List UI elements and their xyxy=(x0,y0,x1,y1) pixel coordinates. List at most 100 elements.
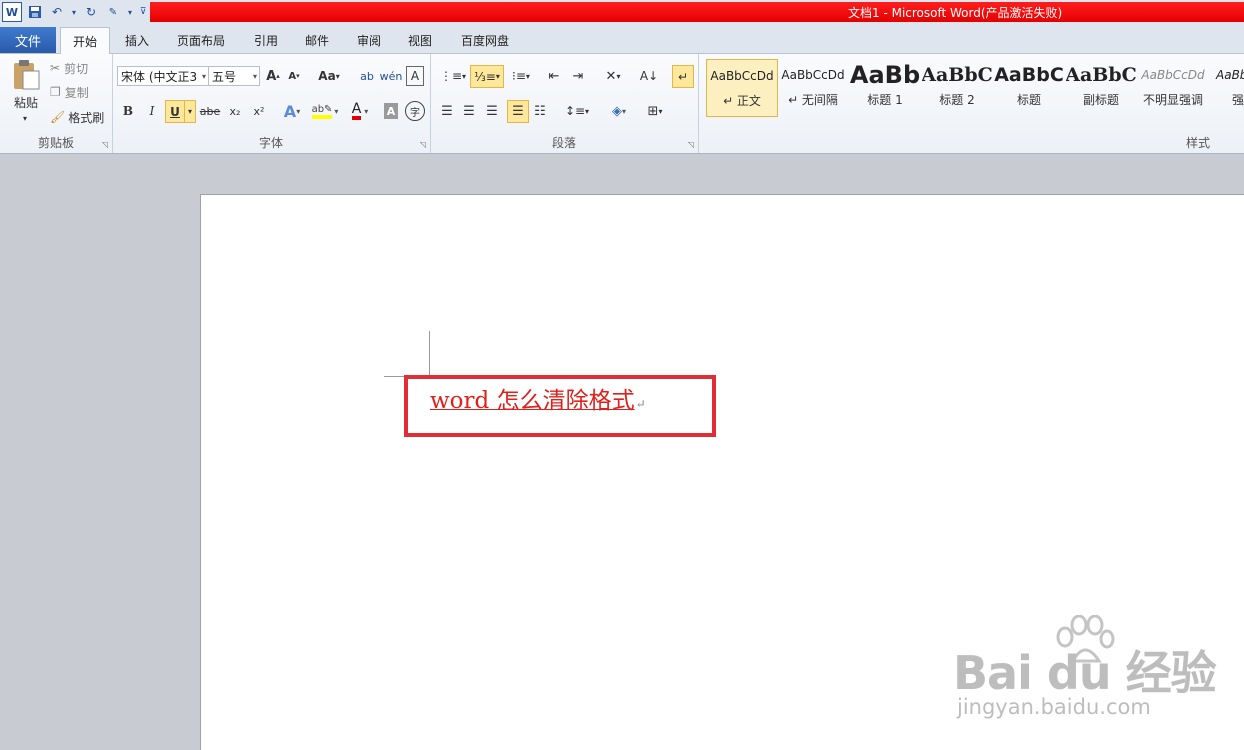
dropdown-arrow-icon[interactable]: ▾ xyxy=(126,3,134,21)
tab-review[interactable]: 审阅 xyxy=(347,27,391,53)
show-paragraph-marks-icon[interactable]: ↵ xyxy=(672,65,694,88)
align-left-icon[interactable]: ☰ xyxy=(438,101,456,121)
tab-home[interactable]: 开始 xyxy=(60,27,110,55)
style-title[interactable]: AaBbC 标题 xyxy=(994,59,1064,115)
copy-icon: ❐ xyxy=(50,85,61,99)
customize-icon[interactable]: ⊽ xyxy=(138,3,148,21)
title-bar-highlight xyxy=(150,2,1244,22)
tab-references[interactable]: 引用 xyxy=(244,27,288,53)
line-spacing-icon[interactable]: ↕≡ ▾ xyxy=(562,101,592,121)
grow-font-button[interactable]: A ▴ xyxy=(265,66,281,86)
ribbon-tabs: 文件 开始 插入 页面布局 引用 邮件 审阅 视图 百度网盘 xyxy=(0,24,1244,55)
watermark-url: jingyan.baidu.com xyxy=(957,695,1151,719)
increase-indent-icon[interactable]: ⇥ xyxy=(568,66,588,86)
italic-button[interactable]: I xyxy=(144,101,160,121)
styles-group: AaBbCcDd ↵ 正文 AaBbCcDd ↵ 无间隔 AaBb 标题 1 A… xyxy=(698,54,1244,153)
save-icon[interactable] xyxy=(26,3,44,21)
sort-icon[interactable]: A↓ xyxy=(638,66,660,86)
spellcheck-icon[interactable]: ✎ xyxy=(104,3,122,21)
tab-baidu-netdisk[interactable]: 百度网盘 xyxy=(450,27,520,53)
style-emphasis[interactable]: AaBb 强 xyxy=(1210,59,1244,115)
phonetic-guide-icon[interactable]: ab xyxy=(358,66,376,86)
decrease-indent-icon[interactable]: ⇤ xyxy=(544,66,564,86)
text-effects-icon[interactable]: A ▾ xyxy=(280,101,304,121)
multilevel-list-icon[interactable]: ⁝≡ ▾ xyxy=(506,66,536,86)
numbering-icon[interactable]: ⅓≡ ▾ xyxy=(470,65,504,88)
paragraph-group: ⋮≡ ▾ ⅓≡ ▾ ⁝≡ ▾ ⇤ ⇥ ✕ ▾ A↓ ↵ ☰ ☰ ☰ ☰ ☷ ↕≡ ▾ ◈ ▾… xyxy=(430,54,699,153)
paste-icon[interactable] xyxy=(6,58,46,92)
underline-dropdown-icon[interactable]: ▾ xyxy=(184,100,196,123)
font-group: 宋体 (中文正3 ▾ 五号 ▾ A ▴ A ▾ Aa ▾ ab wén A B I U ▾… xyxy=(112,54,431,153)
document-page[interactable]: word 怎么清除格式↵ Bai du 经验 jingyan.baidu.com xyxy=(200,194,1244,750)
chinese-layout-icon[interactable]: ✕ ▾ xyxy=(598,66,628,86)
paste-dropdown-icon[interactable]: ▾ xyxy=(18,112,32,124)
style-name: 副标题 xyxy=(1082,93,1119,107)
paragraph-mark: ↵ xyxy=(635,397,646,411)
wen-icon[interactable]: wén xyxy=(380,66,403,86)
change-case-label: Aa xyxy=(318,69,336,83)
paragraph-group-label: 段落 xyxy=(551,136,576,150)
style-sample: AaBbCcDd xyxy=(710,69,774,83)
style-subtle-emphasis[interactable]: AaBbCcDd 不明显强调 xyxy=(1138,59,1208,115)
style-name: ↵ 正文 xyxy=(723,94,761,108)
style-name: 强 xyxy=(1232,93,1244,107)
tab-page-layout[interactable]: 页面布局 xyxy=(168,27,234,53)
align-center-icon[interactable]: ☰ xyxy=(460,101,478,121)
enclose-characters-button[interactable]: 字 xyxy=(405,101,425,121)
style-sample: AaBbC xyxy=(1066,64,1136,86)
undo-icon[interactable]: ↶ xyxy=(48,3,66,21)
ribbon: 粘贴 ▾ ✂ 剪切 ❐ 复制 🖌 格式刷 剪贴板 ◹ 宋体 (中文正3 ▾ 五号 ▾ A ▴… xyxy=(0,54,1244,154)
grow-font-label: A xyxy=(266,68,277,84)
cut-button[interactable]: ✂ 剪切 xyxy=(50,60,100,76)
distributed-icon[interactable]: ☷ xyxy=(531,101,549,121)
style-no-spacing[interactable]: AaBbCcDd ↵ 无间隔 xyxy=(778,59,848,115)
style-normal[interactable]: AaBbCcDd ↵ 正文 xyxy=(706,59,778,117)
justify-icon[interactable]: ☰ xyxy=(507,100,529,123)
paste-button[interactable]: 粘贴 xyxy=(6,94,46,110)
dialog-launcher-icon[interactable]: ◹ xyxy=(102,140,108,149)
highlight-color-icon[interactable]: ab✎ ▾ xyxy=(310,101,340,121)
superscript-button[interactable]: x² xyxy=(250,101,268,121)
document-text[interactable]: word 怎么清除格式↵ xyxy=(430,381,646,415)
word-logo-icon[interactable]: W xyxy=(2,2,22,22)
character-shading-button[interactable]: A xyxy=(384,103,398,119)
cut-label: 剪切 xyxy=(64,61,89,76)
style-name: 标题 xyxy=(1016,93,1041,107)
format-painter-label: 格式刷 xyxy=(68,110,105,125)
font-size-select[interactable]: 五号 ▾ xyxy=(208,66,260,86)
style-heading-1[interactable]: AaBb 标题 1 xyxy=(850,59,920,115)
tab-view[interactable]: 视图 xyxy=(398,27,442,53)
font-color-label: A xyxy=(351,102,362,120)
align-right-icon[interactable]: ☰ xyxy=(483,101,501,121)
dialog-launcher-icon[interactable]: ◹ xyxy=(688,140,694,149)
tab-file[interactable]: 文件 xyxy=(0,27,56,53)
font-group-label: 字体 xyxy=(258,136,283,150)
format-painter-button[interactable]: 🖌 格式刷 xyxy=(50,109,108,125)
strikethrough-button[interactable]: abe xyxy=(200,101,221,121)
copy-button[interactable]: ❐ 复制 xyxy=(50,84,100,100)
character-border-icon[interactable]: A xyxy=(406,66,424,86)
font-name-select[interactable]: 宋体 (中文正3 ▾ xyxy=(117,66,209,86)
style-sample: AaBbCcDd xyxy=(1141,68,1205,82)
change-case-button[interactable]: Aa ▾ xyxy=(316,66,342,86)
document-text-content: word 怎么清除格式 xyxy=(430,388,635,414)
redo-icon[interactable]: ↻ xyxy=(82,3,100,21)
borders-icon[interactable]: ⊞ ▾ xyxy=(640,101,670,121)
font-name-value: 宋体 (中文正3 xyxy=(121,69,198,84)
bold-button[interactable]: B xyxy=(120,101,136,121)
style-name: 标题 1 xyxy=(867,93,903,107)
clipboard-group-label: 剪贴板 xyxy=(37,136,74,150)
shrink-font-button[interactable]: A ▾ xyxy=(286,66,302,86)
style-heading-2[interactable]: AaBbC 标题 2 xyxy=(922,59,992,115)
dropdown-arrow-icon[interactable]: ▾ xyxy=(70,3,78,21)
bullets-icon[interactable]: ⋮≡ ▾ xyxy=(438,66,468,86)
underline-button[interactable]: U xyxy=(165,100,185,123)
copy-label: 复制 xyxy=(64,85,89,100)
subscript-button[interactable]: x₂ xyxy=(226,101,244,121)
dialog-launcher-icon[interactable]: ◹ xyxy=(420,140,426,149)
shading-icon[interactable]: ◈ ▾ xyxy=(604,101,634,121)
tab-insert[interactable]: 插入 xyxy=(115,27,159,53)
font-color-button[interactable]: A ▾ xyxy=(346,101,374,121)
style-subtitle[interactable]: AaBbC 副标题 xyxy=(1066,59,1136,115)
tab-mailings[interactable]: 邮件 xyxy=(295,27,339,53)
